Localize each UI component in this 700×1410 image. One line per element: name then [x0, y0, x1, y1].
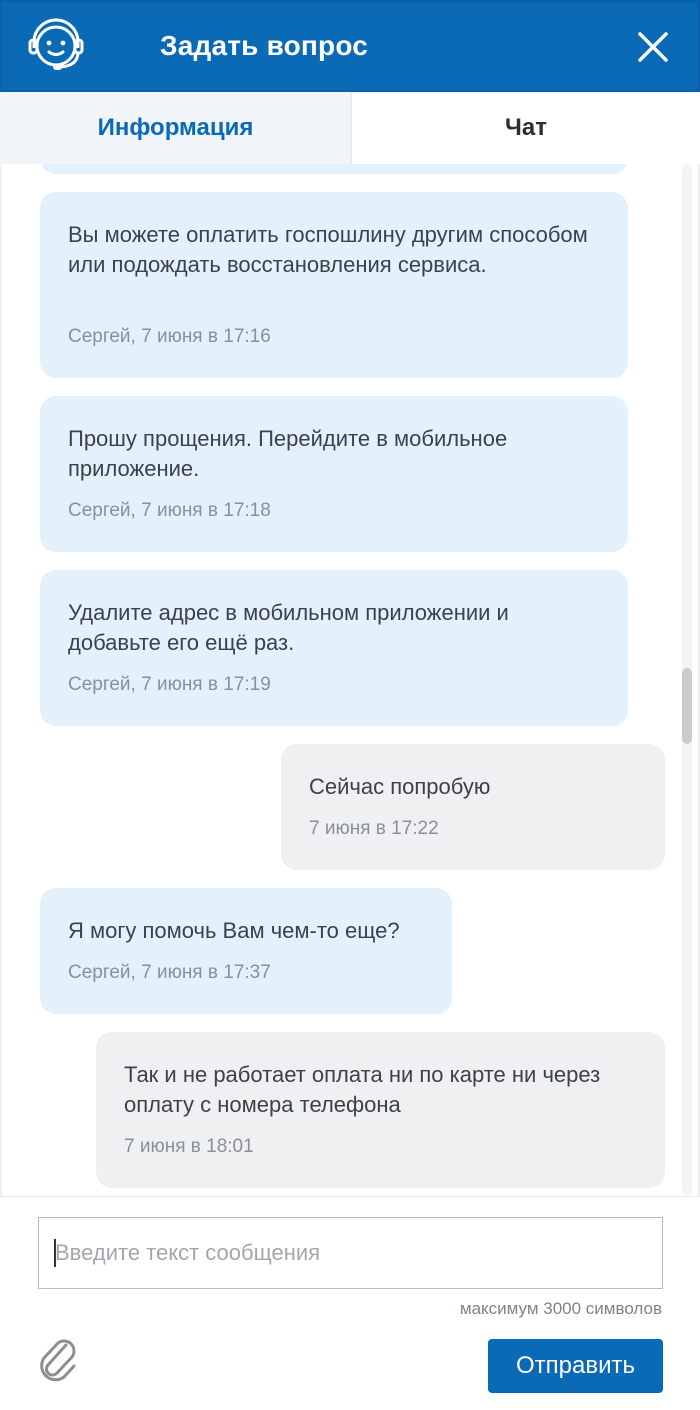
- user-message: Сейчас попробую 7 июня в 17:22: [281, 744, 665, 870]
- message-text: Прошу прощения. Перейдите в мобильное пр…: [68, 426, 508, 481]
- message-text: Так и не работает оплата ни по карте ни …: [124, 1062, 601, 1117]
- scrollbar-thumb[interactable]: [682, 668, 692, 744]
- dialog-title: Задать вопрос: [160, 30, 369, 61]
- composer: максимум 3000 символов Отправить: [0, 1196, 700, 1410]
- message-meta: Сергей, 7 июня в 17:19: [68, 674, 271, 695]
- tab-chat[interactable]: Чат: [352, 92, 700, 164]
- operator-message: Вы можете оплатить госпошлину другим спо…: [40, 192, 628, 378]
- close-icon[interactable]: [634, 28, 672, 66]
- message-text: Сейчас попробую: [309, 774, 491, 799]
- user-message: Так и не работает оплата ни по карте ни …: [96, 1032, 665, 1188]
- message-text: Удалите адрес в мобильном приложении и д…: [68, 600, 509, 655]
- operator-message: Удалите адрес в мобильном приложении и д…: [40, 570, 628, 726]
- message-meta: 7 июня в 17:22: [309, 818, 439, 839]
- chat-message-list[interactable]: Вы можете оплатить госпошлину другим спо…: [0, 164, 700, 1196]
- send-button[interactable]: Отправить: [488, 1339, 663, 1393]
- tab-bar: Информация Чат: [0, 92, 700, 164]
- operator-message: Прошу прощения. Перейдите в мобильное пр…: [40, 396, 628, 552]
- message-meta: Сергей, 7 июня в 17:18: [68, 500, 271, 521]
- chat-header: Задать вопрос: [0, 0, 700, 92]
- support-agent-icon: [28, 18, 84, 70]
- message-meta: Сергей, 7 июня в 17:16: [68, 326, 271, 347]
- message-text: Я могу помочь Вам чем-то еще?: [68, 918, 400, 943]
- message-input[interactable]: [38, 1217, 663, 1289]
- operator-message: Я могу помочь Вам чем-то еще? Сергей, 7 …: [40, 888, 452, 1014]
- character-limit: максимум 3000 символов: [459, 1299, 662, 1318]
- tab-information[interactable]: Информация: [0, 92, 352, 164]
- message-text: Вы можете оплатить госпошлину другим спо…: [68, 222, 588, 277]
- message-meta: 7 июня в 18:01: [124, 1136, 254, 1157]
- paperclip-icon[interactable]: [36, 1335, 80, 1383]
- text-caret: [54, 1239, 56, 1267]
- message-meta: Сергей, 7 июня в 17:37: [68, 962, 271, 983]
- message-bubble-partial: [40, 164, 628, 174]
